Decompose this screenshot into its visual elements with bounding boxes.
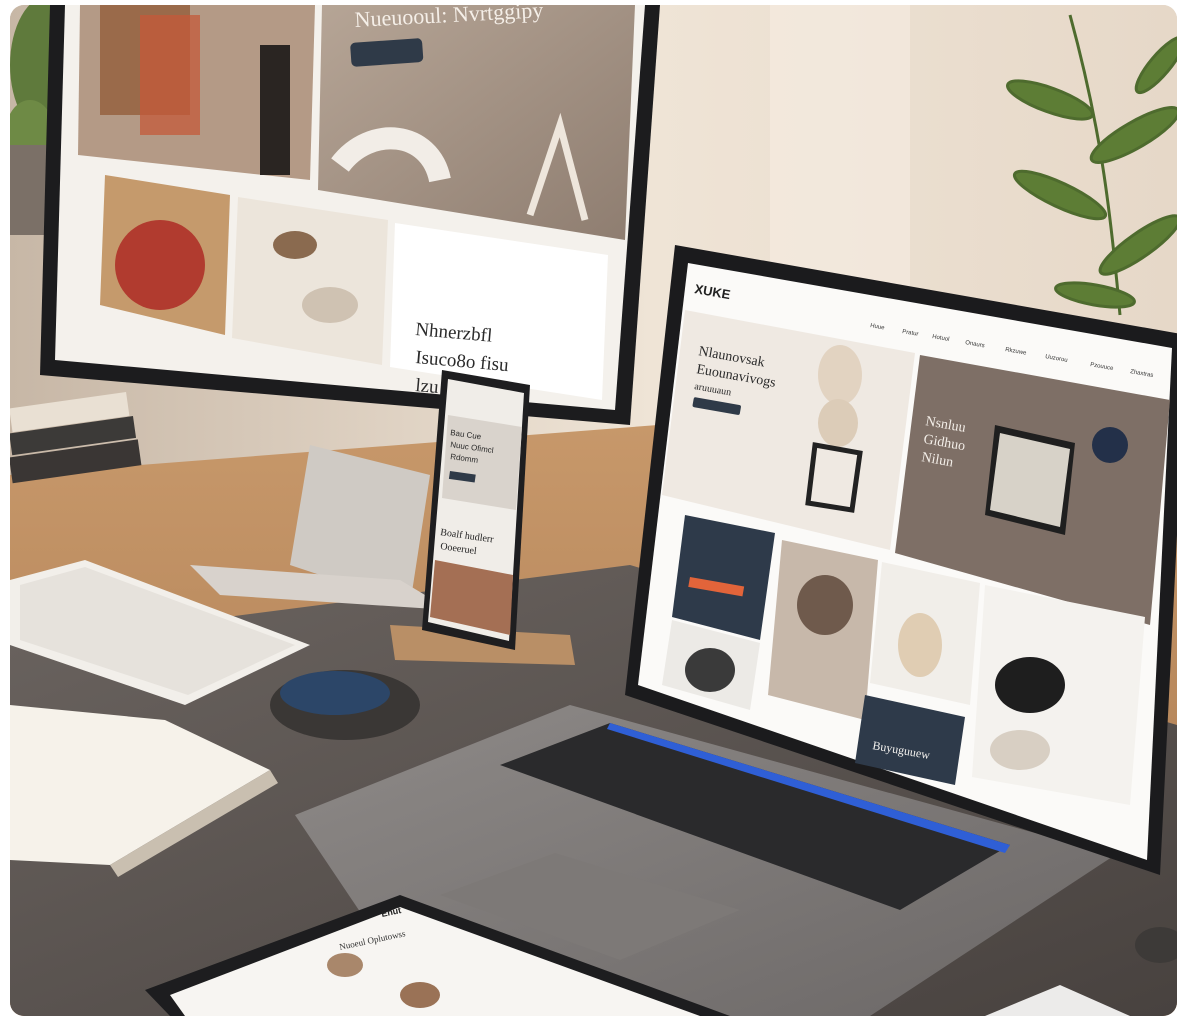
panel-clock	[1092, 427, 1128, 463]
ceramic-piece	[302, 287, 358, 323]
tablet-product-2	[400, 982, 440, 1008]
tile-dark-sculpture-object	[685, 648, 735, 692]
tile-red-object	[115, 220, 205, 310]
tile-flower-bunch	[797, 575, 853, 635]
tile-black-stones	[995, 657, 1065, 713]
tile-dark-sculpture	[260, 45, 290, 175]
tile-red-panel	[140, 15, 200, 135]
hero-lamp-mid	[818, 399, 858, 447]
screen-tile-ceramics	[232, 197, 388, 365]
mouse	[270, 670, 420, 740]
panel-artwork	[990, 433, 1070, 527]
scene-illustration: Nueuooul: Nvrtggipy Nhnerzbfl Isuco8o fi…	[10, 5, 1177, 1016]
tablet-product-1	[327, 953, 363, 977]
monitor-hero-button[interactable]	[350, 38, 424, 67]
tile-vase	[898, 613, 942, 677]
tile-light-stone	[990, 730, 1050, 770]
photo-frame: Nueuooul: Nvrtggipy Nhnerzbfl Isuco8o fi…	[10, 5, 1177, 1016]
hero-lamp-top	[818, 345, 862, 405]
ceramic-bowl	[273, 231, 317, 259]
monitor-side-line-3: lzu	[415, 375, 440, 398]
